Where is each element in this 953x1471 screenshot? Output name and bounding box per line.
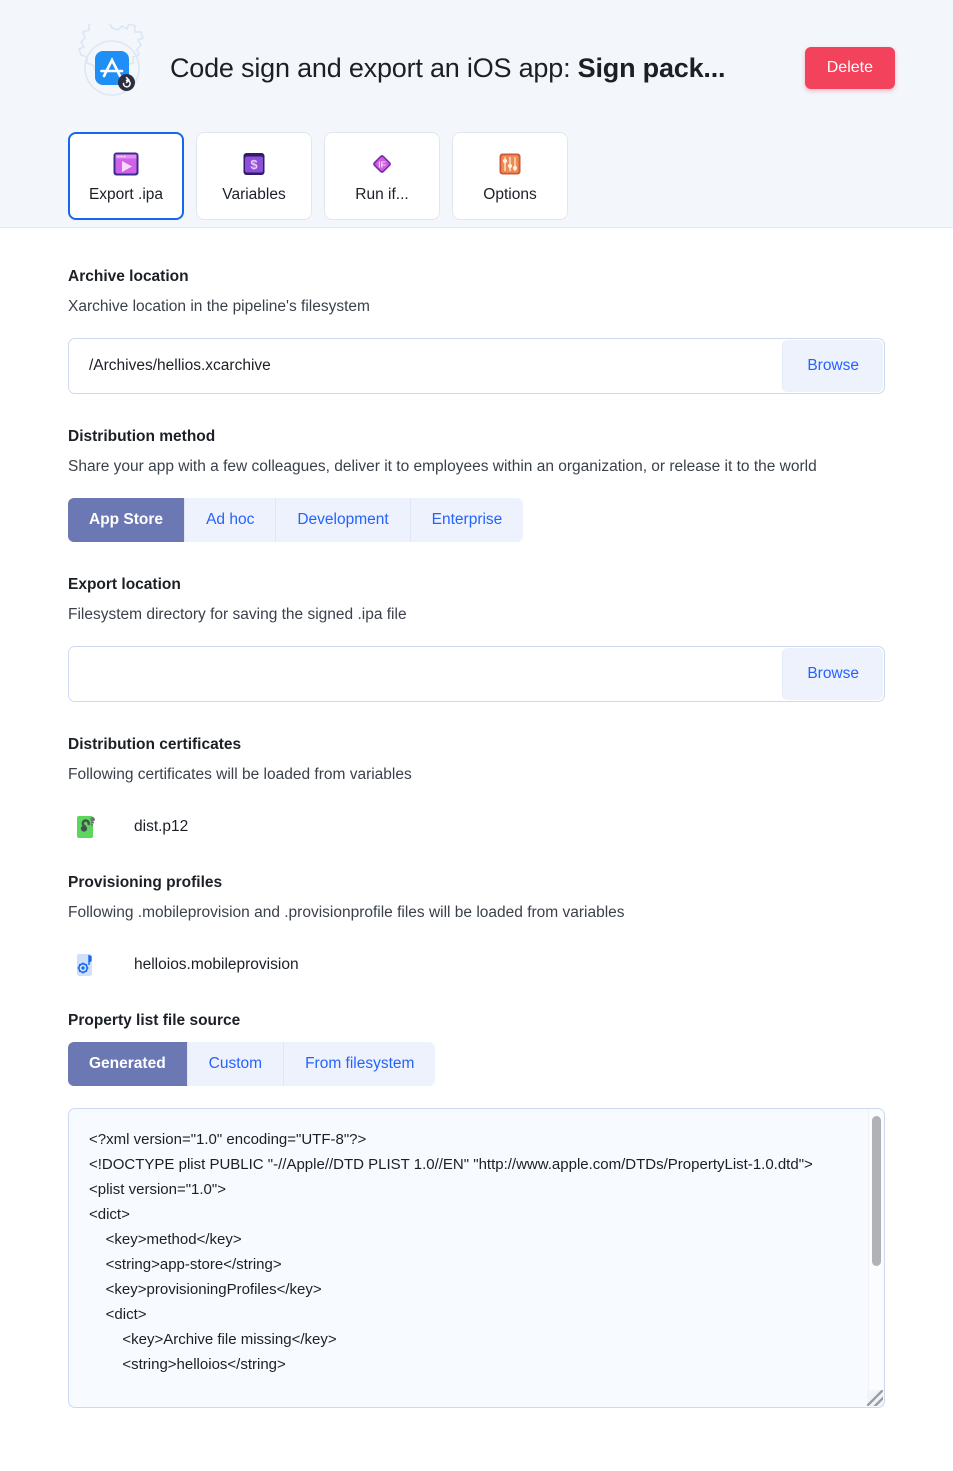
property-list-content[interactable]: <?xml version="1.0" encoding="UTF-8"?> <… — [69, 1109, 884, 1407]
app-store-export-icon — [68, 24, 156, 112]
header-title-row: Code sign and export an iOS app: Sign pa… — [0, 22, 953, 114]
page-header: Code sign and export an iOS app: Sign pa… — [0, 0, 953, 228]
page-title-bold: Sign pack... — [577, 52, 726, 83]
svg-text:$: $ — [250, 157, 258, 172]
segment-generated[interactable]: Generated — [68, 1042, 188, 1086]
tab-options[interactable]: Options — [452, 132, 568, 220]
certificate-list-item[interactable]: dist.p12 — [68, 806, 885, 840]
export-location-block: Export location Filesystem directory for… — [68, 576, 885, 702]
page-title: Code sign and export an iOS app: Sign pa… — [156, 53, 805, 84]
tab-variables[interactable]: $ Variables — [196, 132, 312, 220]
tab-run-if[interactable]: IF Run if... — [324, 132, 440, 220]
segment-from-filesystem[interactable]: From filesystem — [284, 1042, 436, 1086]
property-list-scrollbar[interactable] — [868, 1110, 883, 1406]
segment-custom[interactable]: Custom — [187, 1042, 285, 1086]
provisioning-profiles-description: Following .mobileprovision and .provisio… — [68, 904, 625, 921]
provisioning-profile-list-item[interactable]: helloios.mobileprovision — [68, 944, 885, 978]
certificate-p12-icon — [76, 814, 100, 840]
certificate-file-name: dist.p12 — [134, 818, 189, 835]
distribution-method-segmented-control: App Store Ad hoc Development Enterprise — [68, 498, 524, 542]
export-location-input-row: Browse — [68, 646, 885, 702]
distribution-certificates-description: Following certificates will be loaded fr… — [68, 766, 412, 783]
export-ipa-icon — [111, 149, 141, 179]
archive-location-input-row: Browse — [68, 338, 885, 394]
textarea-resize-handle[interactable] — [867, 1390, 883, 1406]
export-location-title: Export location — [68, 576, 181, 593]
tab-options-label: Options — [483, 185, 537, 203]
archive-location-title: Archive location — [68, 268, 189, 285]
tab-export-ipa-label: Export .ipa — [88, 185, 164, 203]
segment-enterprise[interactable]: Enterprise — [410, 498, 524, 542]
options-sliders-icon — [495, 149, 525, 179]
distribution-certificates-title: Distribution certificates — [68, 736, 242, 753]
property-list-segmented-control: Generated Custom From filesystem — [68, 1042, 436, 1086]
export-location-input[interactable] — [69, 647, 782, 701]
distribution-certificates-block: Distribution certificates Following cert… — [68, 736, 885, 840]
segment-development[interactable]: Development — [276, 498, 411, 542]
property-list-editor: <?xml version="1.0" encoding="UTF-8"?> <… — [68, 1108, 885, 1408]
tab-bar: Export .ipa $ Variables IF Run if... Opt… — [0, 114, 953, 220]
archive-location-input[interactable] — [69, 339, 782, 393]
archive-location-description: Xarchive location in the pipeline's file… — [68, 298, 370, 315]
mobileprovision-icon — [76, 952, 100, 978]
delete-button[interactable]: Delete — [804, 47, 895, 89]
tab-variables-label: Variables — [222, 185, 286, 203]
scrollbar-thumb[interactable] — [872, 1116, 881, 1266]
page-title-regular: Code sign and export an iOS app: — [170, 52, 578, 83]
property-list-block: Property list file source Generated Cust… — [68, 1012, 885, 1408]
segment-app-store[interactable]: App Store — [68, 498, 186, 542]
tab-export-ipa[interactable]: Export .ipa — [68, 132, 184, 220]
archive-location-block: Archive location Xarchive location in th… — [68, 268, 885, 394]
tab-run-if-label: Run if... — [355, 185, 409, 203]
run-if-diamond-icon: IF — [367, 149, 397, 179]
provisioning-profile-file-name: helloios.mobileprovision — [134, 956, 299, 973]
archive-location-browse-button[interactable]: Browse — [782, 340, 883, 392]
distribution-method-description: Share your app with a few colleagues, de… — [68, 458, 817, 475]
export-location-browse-button[interactable]: Browse — [782, 648, 883, 700]
settings-form: Archive location Xarchive location in th… — [0, 228, 953, 1408]
variables-dollar-icon: $ — [239, 149, 269, 179]
distribution-method-title: Distribution method — [68, 428, 216, 445]
segment-ad-hoc[interactable]: Ad hoc — [185, 498, 277, 542]
provisioning-profiles-title: Provisioning profiles — [68, 874, 223, 891]
property-list-title: Property list file source — [68, 1012, 241, 1029]
provisioning-profiles-block: Provisioning profiles Following .mobilep… — [68, 874, 885, 978]
export-location-description: Filesystem directory for saving the sign… — [68, 606, 407, 623]
svg-text:IF: IF — [378, 159, 386, 169]
distribution-method-block: Distribution method Share your app with … — [68, 428, 885, 542]
